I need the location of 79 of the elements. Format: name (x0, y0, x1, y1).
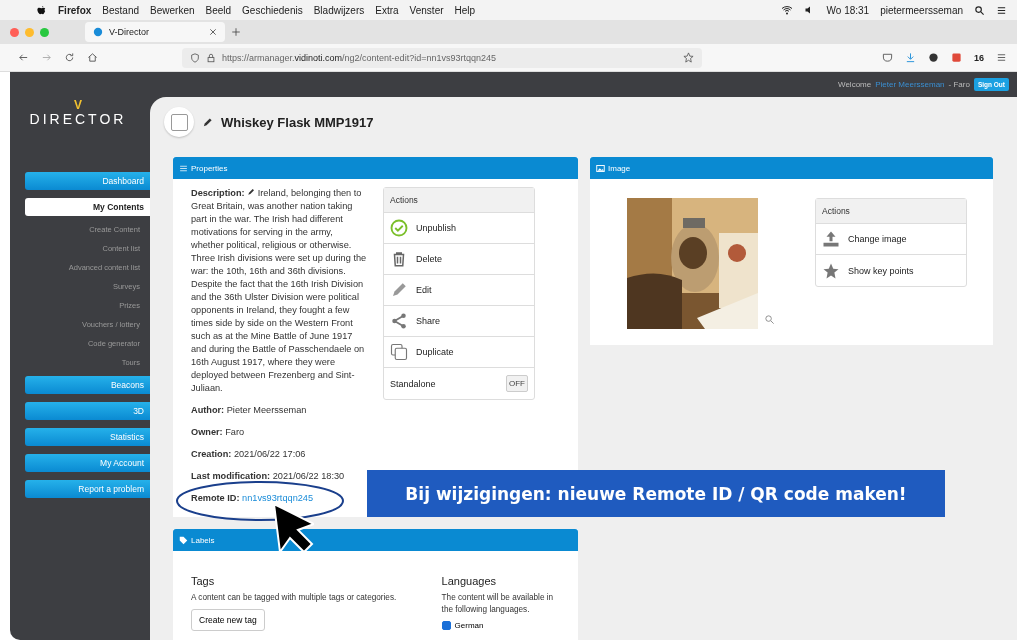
tags-text: A content can be tagged with multiple tags or categories. (191, 592, 398, 604)
menu-item[interactable]: Bestand (102, 4, 140, 16)
close-window-dot[interactable] (10, 27, 19, 37)
organization-text: - Faro (948, 80, 970, 89)
description-text: Description: Ireland, belonging then to Great Britain, was another nation taking part in the war. The Irish had different motivations for serving in the army, whether political, religious or otherwise. Three Irish divisions were set up during the war: the 10th, 16th and 36th divisions. Despite the fact that the 16th Irish Division and the 36th Ulster Division were political opponents in Ireland, they fought a few times side by side on the Western Front such as at the Mine Battle of June 1917 and during the Battle of Passchendaele on 16th August 1917, where they were deployed between Frezenberg and Sint-Juliaan. (191, 187, 367, 395)
share-icon (390, 312, 408, 330)
field-text: Author: Pieter Meersseman (191, 404, 308, 417)
language-checkbox[interactable] (441, 621, 451, 630)
shield-icon (190, 52, 200, 63)
reload-icon (64, 52, 75, 63)
clock: Wo 18:31 (826, 4, 870, 16)
pencil-icon (247, 188, 256, 196)
panel-title: Labels (191, 535, 215, 545)
action-item[interactable]: Unpublish (384, 213, 534, 244)
languages-heading: Languages (441, 575, 498, 587)
plus-icon (231, 27, 241, 37)
action-item[interactable]: Edit (384, 275, 534, 306)
home-icon (87, 52, 98, 63)
field-text: Last modification: 2021/06/22 18:30 (191, 470, 346, 483)
language-label: German (454, 621, 484, 630)
browser-tab[interactable]: V-Director (85, 22, 225, 42)
pencil-icon (202, 116, 213, 128)
image-icon (596, 163, 605, 173)
check-circle-icon (390, 219, 408, 237)
user-name[interactable]: pietermeersseman (880, 4, 963, 16)
zoom-window-dot[interactable] (40, 27, 49, 37)
zoom-icon (764, 314, 775, 325)
search-icon (974, 4, 985, 16)
menu-icon (996, 4, 1007, 16)
star-outline-icon (683, 52, 694, 63)
standalone-toggle[interactable]: OFF (506, 375, 528, 392)
menu-item[interactable]: Bewerken (150, 4, 195, 16)
action-item[interactable]: Show key points (816, 255, 966, 286)
action-item[interactable]: Change image (816, 224, 966, 255)
standalone-label: Standalone (390, 378, 436, 389)
page-title: Whiskey Flask MMP1917 (221, 114, 374, 130)
wifi-icon (780, 4, 793, 16)
remote-id-link[interactable]: nn1vs93rtqqn245 (242, 493, 314, 503)
menu-item[interactable]: Bladwijzers (313, 4, 365, 16)
globe-icon (93, 27, 103, 37)
menu-item[interactable]: Venster (409, 4, 444, 16)
menu-icon (996, 52, 1007, 63)
action-item[interactable]: Share (384, 306, 534, 337)
upload-icon (822, 230, 840, 248)
menu-item[interactable]: Help (454, 4, 476, 16)
pencil-icon (390, 281, 408, 299)
menu-item[interactable]: Extra (375, 4, 399, 16)
logo: V DIRECTOR (28, 100, 128, 128)
tag-icon (179, 535, 188, 545)
welcome-text: Welcome (838, 80, 872, 89)
languages-text: The content will be available in the following languages. (441, 592, 555, 616)
back-arrow-icon (18, 52, 29, 63)
pocket-icon (882, 52, 893, 63)
lock-icon (206, 52, 216, 63)
action-item[interactable]: Delete (384, 244, 534, 275)
checkbox[interactable] (170, 113, 188, 131)
minimize-window-dot[interactable] (25, 27, 34, 37)
annotation-banner: Bij wijzigingen: nieuwe Remote ID / QR code maken! (367, 470, 945, 517)
create-tag-button[interactable]: Create new tag (191, 609, 265, 631)
action-item[interactable]: Duplicate (384, 337, 534, 368)
panel-title: Properties (191, 163, 228, 173)
actions-header: Actions (816, 199, 966, 224)
field-text: Owner: Faro (191, 426, 246, 439)
menu-item[interactable]: Beeld (205, 4, 232, 16)
actions-header: Actions (384, 188, 534, 213)
field-text: Remote ID: nn1vs93rtqqn245 (191, 492, 315, 505)
tags-heading: Tags (191, 575, 216, 587)
field-text: Creation: 2021/06/22 17:06 (191, 448, 307, 461)
app-menu[interactable]: Firefox (58, 4, 92, 16)
panel-title: Image (608, 163, 631, 173)
close-icon (209, 28, 217, 36)
extension-badge[interactable]: 16 (974, 52, 984, 63)
download-icon (905, 52, 916, 63)
address-field[interactable]: https://armanager.vidinoti.com/ng2/content-edit?id=nn1vs93rtqqn245 (182, 47, 702, 68)
forward-arrow-icon (41, 52, 52, 63)
copy-icon (390, 343, 408, 361)
apple-icon (36, 4, 47, 16)
menu-item[interactable]: Geschiedenis (242, 4, 303, 16)
sidebar-button[interactable]: My Contents (25, 198, 150, 216)
